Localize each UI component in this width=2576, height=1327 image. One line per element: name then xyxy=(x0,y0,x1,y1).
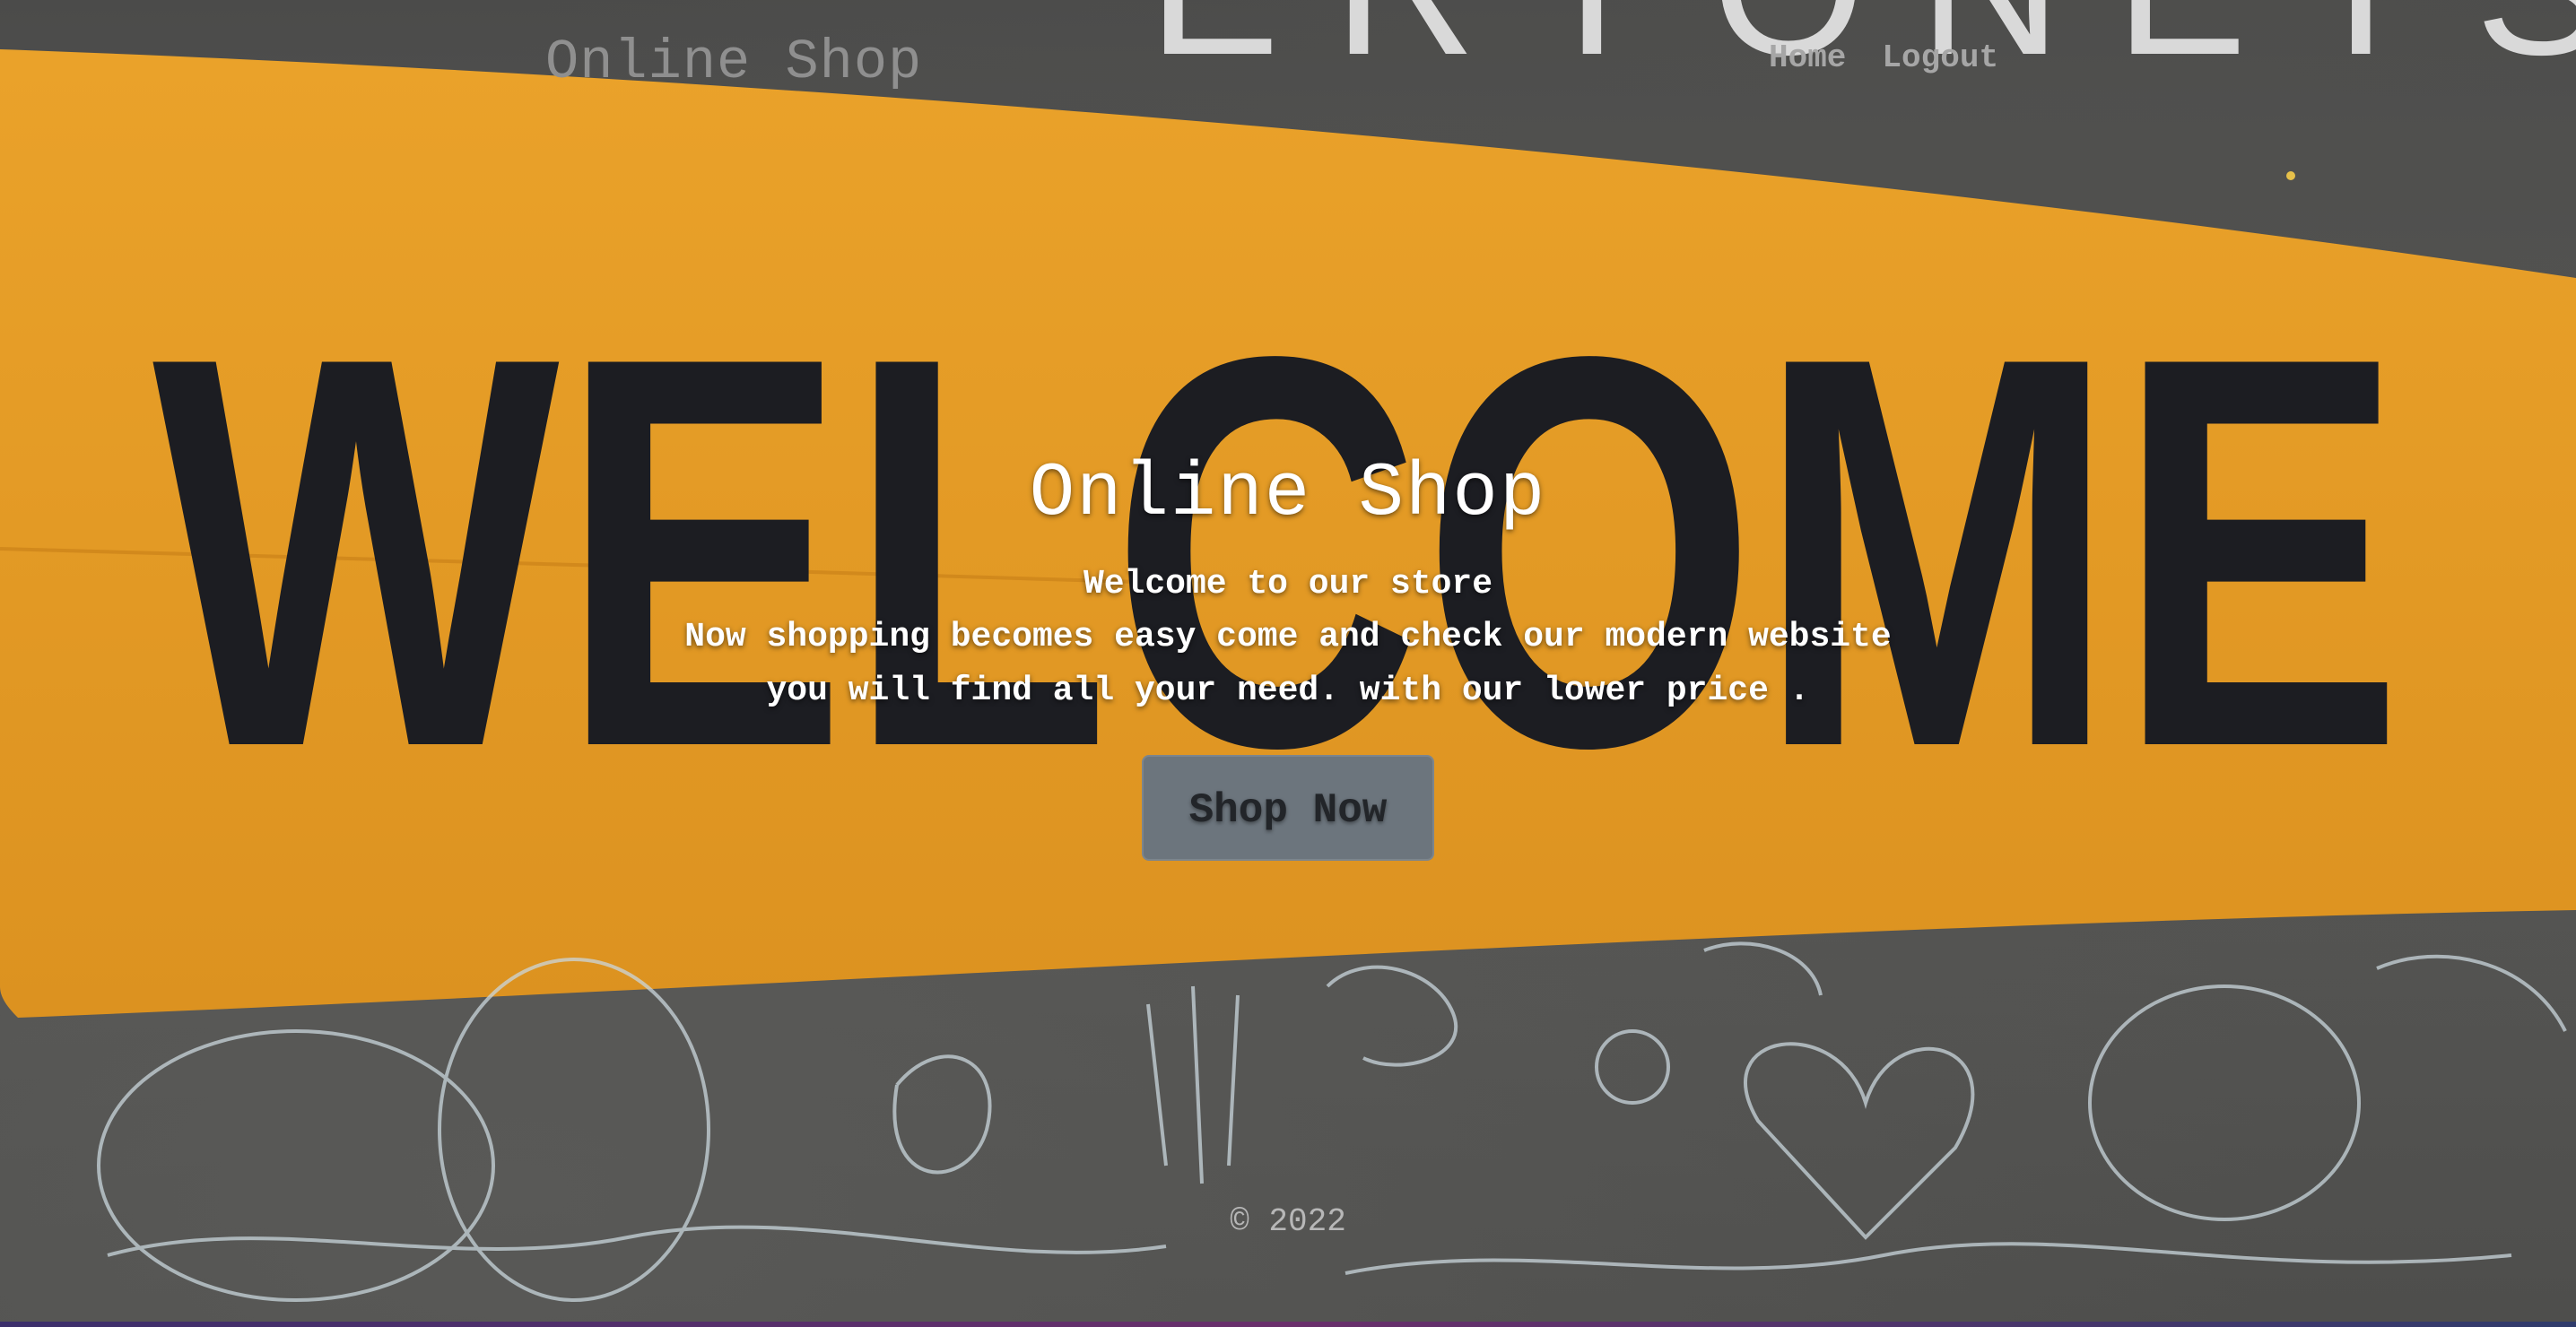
copyright-text: © 2022 xyxy=(1230,1203,1346,1240)
brand-link[interactable]: Online Shop xyxy=(545,30,922,94)
shop-now-button[interactable]: Shop Now xyxy=(1142,755,1434,861)
hero-title: Online Shop xyxy=(1029,452,1547,537)
hero-welcome-text: Welcome to our store xyxy=(1083,565,1493,603)
hero-description-line-2: you will find all your need. with our lo… xyxy=(766,672,1810,710)
nav-logout-link[interactable]: Logout xyxy=(1882,39,1998,76)
nav-links: Home Logout xyxy=(1769,39,1998,76)
nav-home-link[interactable]: Home xyxy=(1769,39,1846,76)
hero-description-line-1: Now shopping becomes easy come and check… xyxy=(684,618,1892,656)
bottom-edge-strip xyxy=(0,1322,2576,1327)
navbar: Online Shop Home Logout xyxy=(0,0,2576,126)
footer: © 2022 xyxy=(0,1203,2576,1240)
hero-section: Online Shop Welcome to our store Now sho… xyxy=(0,448,2576,861)
